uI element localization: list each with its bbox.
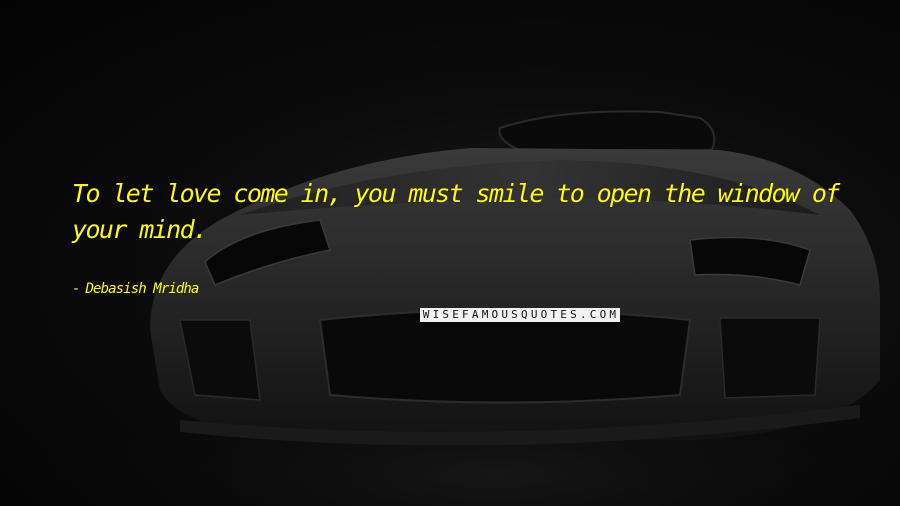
car-windshield (498, 110, 716, 151)
car-intake-right (719, 317, 821, 399)
quote-image: To let love come in, you must smile to o… (0, 0, 900, 506)
quote-text: To let love come in, you must smile to o… (72, 179, 840, 244)
site-watermark: WISEFAMOUSQUOTES.COM (420, 308, 620, 322)
quote-author: Debasish Mridha (85, 281, 200, 297)
car-grille (318, 309, 692, 404)
author-prefix: - (72, 281, 80, 297)
car-background-image (0, 110, 900, 506)
quote-author-line: - Debasish Mridha (72, 280, 200, 298)
